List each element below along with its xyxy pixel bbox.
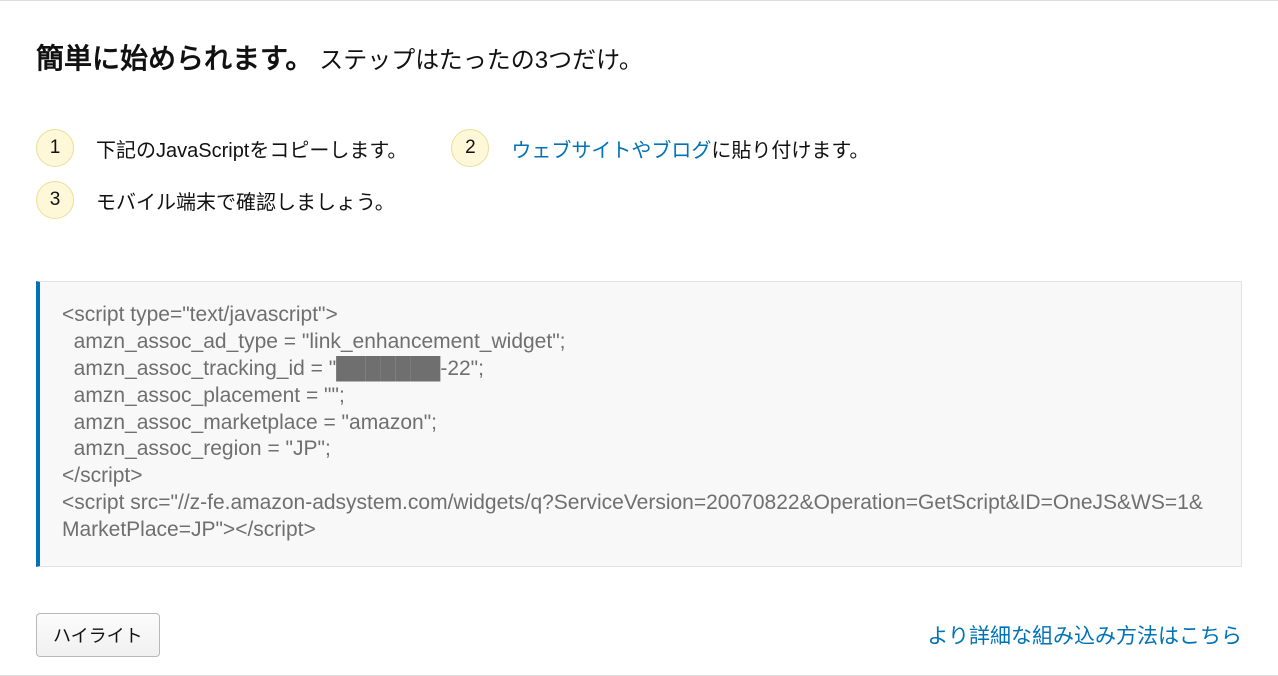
step-2: 2 ウェブサイトやブログに貼り付けます。 (451, 129, 869, 167)
step-3-text: モバイル端末で確認しましょう。 (96, 186, 395, 215)
step-3: 3 モバイル端末で確認しましょう。 (36, 181, 395, 219)
step-2-link[interactable]: ウェブサイトやブログ (511, 140, 711, 162)
footer-row: ハイライト より詳細な組み込み方法はこちら (36, 613, 1242, 657)
javascript-code-block[interactable]: <script type="text/javascript"> amzn_ass… (36, 281, 1242, 567)
step-3-number-badge: 3 (36, 181, 74, 219)
more-details-link[interactable]: より詳細な組み込み方法はこちら (927, 620, 1242, 650)
step-1: 1 下記のJavaScriptをコピーします。 (36, 129, 407, 167)
steps: 1 下記のJavaScriptをコピーします。 2 ウェブサイトやブログに貼り付… (36, 129, 1242, 219)
heading-main: 簡単に始められます。 (36, 43, 313, 74)
step-2-text: ウェブサイトやブログに貼り付けます。 (511, 134, 869, 163)
heading-row: 簡単に始められます。ステップはたったの3つだけ。 (36, 37, 1242, 77)
step-1-number-badge: 1 (36, 129, 74, 167)
heading-sub: ステップはたったの3つだけ。 (319, 47, 643, 74)
step-2-after: に貼り付けます。 (711, 140, 869, 162)
steps-row-2: 3 モバイル端末で確認しましょう。 (36, 181, 1242, 219)
step-2-number-badge: 2 (451, 129, 489, 167)
page: 簡単に始められます。ステップはたったの3つだけ。 1 下記のJavaScript… (0, 0, 1278, 676)
steps-row-1: 1 下記のJavaScriptをコピーします。 2 ウェブサイトやブログに貼り付… (36, 129, 1242, 167)
step-1-text: 下記のJavaScriptをコピーします。 (96, 134, 407, 163)
highlight-button[interactable]: ハイライト (36, 613, 160, 657)
